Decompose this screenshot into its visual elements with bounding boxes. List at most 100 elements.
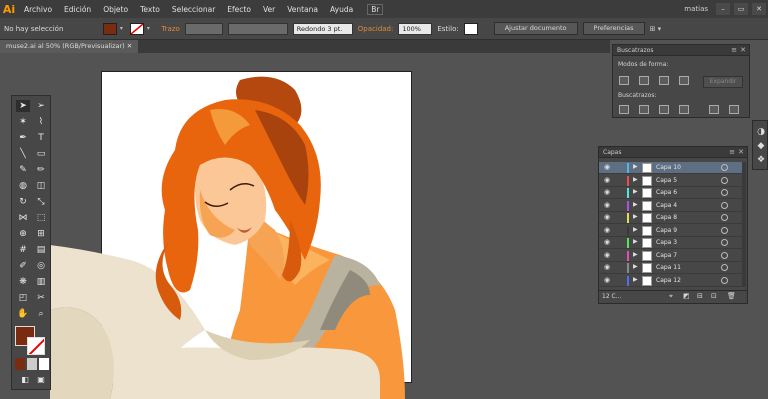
layer-target-icon[interactable] <box>721 226 728 234</box>
gradient-tool-icon[interactable]: ▤ <box>34 244 48 256</box>
brush-field[interactable]: Redondo 3 pt. <box>292 22 353 35</box>
layers-panel-header[interactable]: Capas ≡ ✕ <box>599 147 747 158</box>
fill-swatch[interactable] <box>103 22 118 35</box>
chevron-down-icon[interactable]: ▾ <box>144 25 152 32</box>
layer-name[interactable]: Capa 4 <box>656 202 677 209</box>
stroke-swatch-control[interactable]: ▾ <box>130 22 152 35</box>
layer-target-icon[interactable] <box>721 176 728 184</box>
expand-triangle-icon[interactable]: ▶ <box>633 176 638 183</box>
menu-ventana[interactable]: Ventana <box>281 5 324 14</box>
selection-tool-icon[interactable]: ➤ <box>16 100 30 112</box>
style-swatch[interactable] <box>463 22 478 35</box>
gradient-mode-icon[interactable] <box>27 358 37 370</box>
close-icon[interactable]: ✕ <box>740 45 746 56</box>
layer-name[interactable]: Capa 11 <box>656 264 681 271</box>
clipping-mask-icon[interactable]: ◩ <box>683 292 690 300</box>
layer-name[interactable]: Capa 3 <box>656 239 677 246</box>
arrange-icon[interactable]: ⊞ ▾ <box>650 25 662 33</box>
layer-row[interactable]: ◉ ▶ Capa 5 <box>599 175 743 187</box>
menu-efecto[interactable]: Efecto <box>221 5 257 14</box>
minus-front-icon[interactable] <box>639 76 649 85</box>
screen-mode-icon[interactable]: ▣ <box>34 374 48 386</box>
layer-target-icon[interactable] <box>721 251 728 259</box>
menu-objeto[interactable]: Objeto <box>97 5 134 14</box>
document-tab[interactable]: muse2.ai al 50% (RGB/Previsualizar) ✕ <box>0 40 139 53</box>
scale-tool-icon[interactable]: ⤡ <box>34 196 48 208</box>
intersect-icon[interactable] <box>659 76 669 85</box>
document-setup-button[interactable]: Ajustar documento <box>493 22 578 35</box>
layer-target-icon[interactable] <box>721 164 728 171</box>
layer-target-icon[interactable] <box>721 276 728 284</box>
unite-icon[interactable] <box>619 76 629 85</box>
restore-icon[interactable]: ▭ <box>734 3 748 15</box>
expand-triangle-icon[interactable]: ▶ <box>633 263 638 270</box>
layer-name[interactable]: Capa 7 <box>656 252 677 259</box>
visibility-eye-icon[interactable]: ◉ <box>604 239 612 246</box>
layer-row[interactable]: ◉ ▶ Capa 8 <box>599 212 743 224</box>
eraser-tool-icon[interactable]: ◫ <box>34 180 48 192</box>
artboard-tool-icon[interactable]: ◰ <box>16 292 30 304</box>
slice-tool-icon[interactable]: ✂ <box>34 292 48 304</box>
stroke-label[interactable]: Trazo <box>161 25 179 33</box>
layer-target-icon[interactable] <box>721 201 728 209</box>
expand-triangle-icon[interactable]: ▶ <box>633 188 638 195</box>
draw-mode-icon[interactable]: ◧ <box>18 374 32 386</box>
line-tool-icon[interactable]: ╲ <box>16 148 30 160</box>
expand-triangle-icon[interactable]: ▶ <box>633 201 638 208</box>
layer-name[interactable]: Capa 6 <box>656 189 677 196</box>
graph-tool-icon[interactable]: ▥ <box>34 276 48 288</box>
layers-scrollbar[interactable] <box>742 162 746 287</box>
rotate-tool-icon[interactable]: ↻ <box>16 196 30 208</box>
bridge-button[interactable]: Br <box>367 3 384 15</box>
expand-triangle-icon[interactable]: ▶ <box>633 226 638 233</box>
visibility-eye-icon[interactable]: ◉ <box>604 176 612 184</box>
menu-icon[interactable]: ≡ <box>731 45 737 56</box>
expand-triangle-icon[interactable]: ▶ <box>633 251 638 258</box>
expand-triangle-icon[interactable]: ▶ <box>633 276 638 283</box>
layers-dock-icon[interactable]: ❖ <box>756 155 766 165</box>
visibility-eye-icon[interactable]: ◉ <box>604 214 612 221</box>
artwork-muse[interactable] <box>50 70 420 399</box>
eyedropper-tool-icon[interactable]: ✐ <box>16 260 30 272</box>
menu-ver[interactable]: Ver <box>257 5 281 14</box>
layer-name[interactable]: Capa 9 <box>656 227 677 234</box>
preferences-button[interactable]: Preferencias <box>582 22 645 35</box>
stroke-none-swatch[interactable] <box>130 22 145 35</box>
layer-name[interactable]: Capa 12 <box>656 277 681 284</box>
layer-row[interactable]: ◉ ▶ Capa 3 <box>599 237 743 249</box>
visibility-eye-icon[interactable]: ◉ <box>604 251 612 259</box>
visibility-eye-icon[interactable]: ◉ <box>604 226 612 234</box>
layer-row[interactable]: ◉ ▶ Capa 7 <box>599 250 743 262</box>
zoom-tool-icon[interactable]: ⌕ <box>34 308 48 320</box>
user-name[interactable]: matias <box>684 5 708 13</box>
layer-name[interactable]: Capa 10 <box>656 164 681 171</box>
shape-builder-tool-icon[interactable]: ⊕ <box>16 228 30 240</box>
delete-layer-icon[interactable]: 🗑 <box>727 292 736 300</box>
trim-icon[interactable] <box>639 105 649 114</box>
layer-row[interactable]: ◉ ▶ Capa 11 <box>599 262 743 274</box>
menu-texto[interactable]: Texto <box>134 5 166 14</box>
appearance-icon[interactable]: ◑ <box>756 127 766 137</box>
layer-name[interactable]: Capa 8 <box>656 214 677 221</box>
layer-row[interactable]: ◉ ▶ Capa 12 <box>599 275 743 287</box>
visibility-eye-icon[interactable]: ◉ <box>604 164 612 171</box>
pathfinder-panel-header[interactable]: Buscatrazos ≡ ✕ <box>613 45 749 56</box>
blend-tool-icon[interactable]: ◎ <box>34 260 48 272</box>
locate-object-icon[interactable]: ⌖ <box>669 292 673 301</box>
mesh-tool-icon[interactable]: # <box>16 244 30 256</box>
blob-brush-tool-icon[interactable]: ◍ <box>16 180 30 192</box>
hand-tool-icon[interactable]: ✋ <box>16 308 30 320</box>
stroke-color-box[interactable] <box>27 337 45 355</box>
symbol-sprayer-tool-icon[interactable]: ❋ <box>16 276 30 288</box>
close-icon[interactable]: ✕ <box>752 3 766 15</box>
visibility-eye-icon[interactable]: ◉ <box>604 264 612 271</box>
type-tool-icon[interactable]: T <box>34 132 48 144</box>
layer-row[interactable]: ◉ ▶ Capa 9 <box>599 225 743 237</box>
magic-wand-tool-icon[interactable]: ✶ <box>16 116 30 128</box>
new-sublayer-icon[interactable]: ⊟ <box>697 292 703 300</box>
perspective-grid-tool-icon[interactable]: ⊞ <box>34 228 48 240</box>
expand-button[interactable]: Expandir <box>703 76 743 88</box>
minus-back-icon[interactable] <box>729 105 739 114</box>
expand-triangle-icon[interactable]: ▶ <box>633 163 638 170</box>
none-mode-icon[interactable] <box>39 358 49 370</box>
